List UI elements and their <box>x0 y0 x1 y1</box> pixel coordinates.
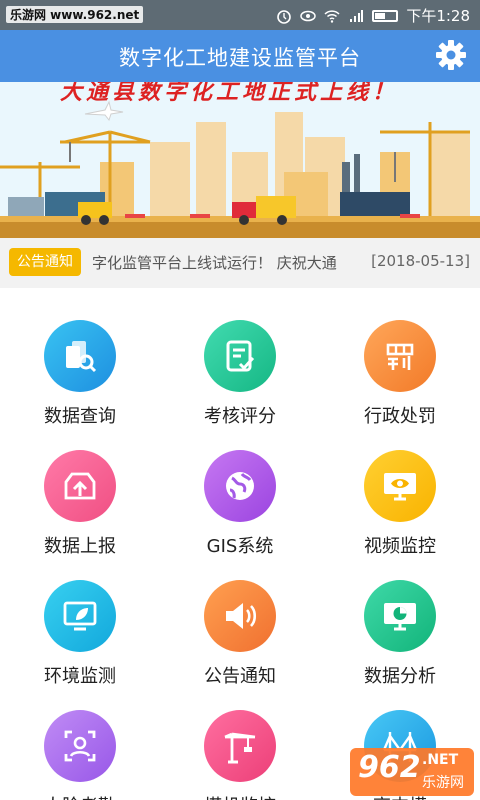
menu-item-gis[interactable]: GIS系统 <box>160 420 320 557</box>
notice-date: [2018-05-13] <box>371 252 470 270</box>
menu-item-assessment[interactable]: 考核评分 <box>160 290 320 427</box>
app-bar: 数字化工地建设监管平台 <box>0 30 480 82</box>
menu-item-video[interactable]: 视频监控 <box>320 420 480 557</box>
watermark-bottom: 962 .NET 乐游网 <box>350 748 474 796</box>
menu-item-crane[interactable]: 塔机监控 <box>160 680 320 800</box>
wifi-icon <box>324 8 340 24</box>
watermark-name: 乐游网 <box>422 775 464 791</box>
menu-item-data-query[interactable]: 数据查询 <box>0 290 160 427</box>
notice-bar[interactable]: 公告通知 字化监管平台上线试运行！ 庆祝大通 [2018-05-13] <box>0 238 480 288</box>
video-monitor-icon <box>364 450 436 522</box>
globe-icon <box>204 450 276 522</box>
menu-item-face-attendance[interactable]: 人脸考勤 <box>0 680 160 800</box>
notice-text[interactable]: 字化监管平台上线试运行！ 庆祝大通 <box>92 252 337 273</box>
assessment-icon <box>204 320 276 392</box>
watermark-logo: 962 <box>358 750 421 785</box>
menu-label: 人脸考勤 <box>0 792 160 800</box>
status-bar: 乐游网 www.962.net 下午1:28 <box>0 0 480 30</box>
face-icon <box>44 710 116 782</box>
analytics-icon <box>364 580 436 652</box>
menu-label: 塔机监控 <box>160 792 320 800</box>
watermark-net: .NET <box>422 752 459 768</box>
crane-icon <box>204 710 276 782</box>
settings-button[interactable] <box>434 38 468 72</box>
signal-icon <box>348 8 364 24</box>
battery-icon <box>372 9 399 22</box>
clock: 下午1:28 <box>406 7 470 25</box>
speaker-icon <box>204 580 276 652</box>
app-title: 数字化工地建设监管平台 <box>119 46 361 70</box>
penalty-icon <box>364 320 436 392</box>
banner-carousel[interactable]: 大通县数字化工地正式上线！ <box>0 82 480 238</box>
eye-icon <box>300 8 317 24</box>
alarm-icon <box>276 8 292 24</box>
menu-item-upload[interactable]: 数据上报 <box>0 420 160 557</box>
status-icons: 下午1:28 <box>276 5 470 26</box>
menu-item-penalty[interactable]: 行政处罚 <box>320 290 480 427</box>
menu-item-environment[interactable]: 环境监测 <box>0 550 160 687</box>
watermark-top: 乐游网 www.962.net <box>6 6 144 23</box>
data-query-icon <box>44 320 116 392</box>
environment-icon <box>44 580 116 652</box>
notice-badge: 公告通知 <box>9 248 81 276</box>
gear-icon <box>436 40 466 70</box>
menu-item-analytics[interactable]: 数据分析 <box>320 550 480 687</box>
upload-icon <box>44 450 116 522</box>
menu-item-notice[interactable]: 公告通知 <box>160 550 320 687</box>
banner-headline: 大通县数字化工地正式上线！ <box>60 82 399 105</box>
